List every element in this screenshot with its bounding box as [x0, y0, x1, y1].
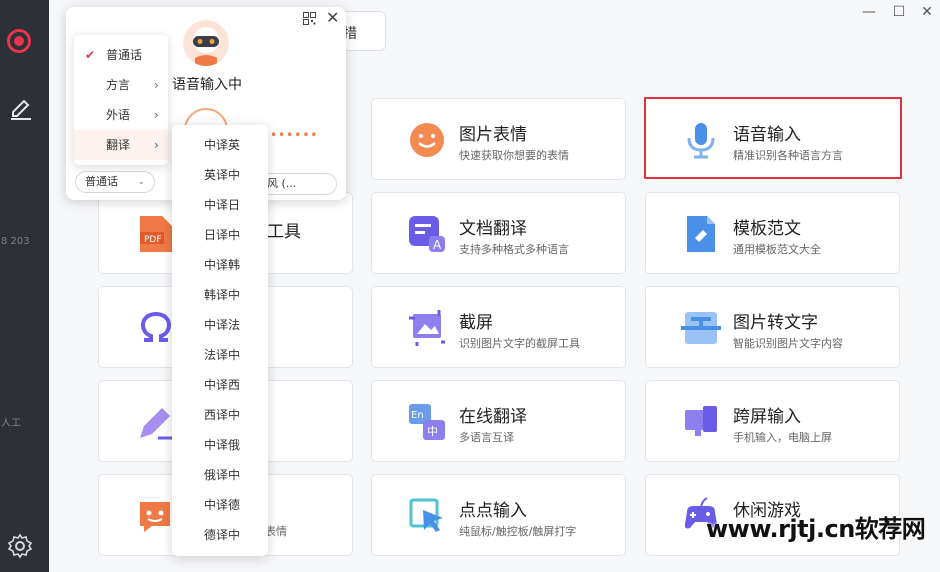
card-desc: 支持多种格式多种语言 — [459, 243, 569, 256]
emoji-bubble-icon — [140, 502, 170, 532]
voice-status-text: 语音输入中 — [172, 77, 242, 93]
language-select-label: 普通话 — [85, 175, 118, 188]
translate-submenu: 中译英 英译中 中译日 日译中 中译韩 韩译中 中译法 法译中 中译西 西译中 … — [172, 125, 268, 556]
submenu-item[interactable]: 中译俄 — [172, 430, 268, 460]
pen-icon — [140, 408, 174, 440]
card-cross-screen-input[interactable]: 跨屏输入 手机输入，电脑上屏 — [645, 380, 900, 462]
card-desc: 手机输入，电脑上屏 — [733, 431, 832, 444]
card-click-input[interactable]: 点点输入 纯鼠标/触控板/触屏打字 — [371, 474, 626, 556]
image-to-text-icon — [681, 312, 721, 344]
submenu-item[interactable]: 俄译中 — [172, 460, 268, 490]
menu-item-label: 翻译 — [106, 138, 131, 152]
svg-text:PDF: PDF — [144, 235, 162, 245]
chevron-down-icon: ⌄ — [137, 177, 145, 187]
omega-symbol-icon — [140, 311, 172, 342]
submenu-item[interactable]: 西译中 — [172, 400, 268, 430]
card-title: 模板范文 — [733, 219, 801, 239]
robot-mascot-icon — [184, 21, 228, 66]
submenu-item[interactable]: 中译德 — [172, 490, 268, 520]
card-online-translate[interactable]: En 中 在线翻译 多语言互译 — [371, 380, 626, 462]
submenu-item[interactable]: 中译英 — [172, 130, 268, 160]
menu-item-dialect[interactable]: 方言 › — [74, 70, 168, 100]
submenu-item[interactable]: 德译中 — [172, 520, 268, 550]
click-input-icon — [409, 498, 443, 532]
screenshot-icon — [409, 310, 445, 346]
rail-fragment-1: 8 203 — [1, 236, 30, 247]
microphone-icon — [687, 123, 715, 159]
submenu-item[interactable]: 韩译中 — [172, 280, 268, 310]
card-title: 图片表情 — [459, 125, 527, 145]
card-voice-input[interactable]: 语音输入 精准识别各种语言方言 — [644, 97, 902, 179]
submenu-item[interactable]: 中译法 — [172, 310, 268, 340]
card-title: 图片转文字 — [733, 313, 818, 333]
watermark: www.rjtj.cn软荐网 — [706, 515, 926, 543]
submenu-item[interactable]: 日译中 — [172, 220, 268, 250]
menu-item-mandarin[interactable]: ✔ 普通话 — [74, 40, 168, 70]
document-translate-icon: A — [409, 216, 445, 252]
card-desc: 识别图片文字的截屏工具 — [459, 337, 580, 350]
card-title: 截屏 — [459, 313, 493, 333]
card-title: 跨屏输入 — [733, 407, 801, 427]
card-document-translate[interactable]: A 文档翻译 支持多种格式多种语言 — [371, 192, 626, 274]
card-pdf-partial-title: 工具 — [267, 222, 301, 242]
card-title: 点点输入 — [459, 501, 527, 521]
qr-code-icon[interactable] — [303, 12, 316, 25]
sound-level-dots: •••••• — [270, 128, 319, 142]
voice-avatar — [183, 20, 229, 66]
check-icon: ✔ — [85, 48, 96, 62]
language-select[interactable]: 普通话 ⌄ — [75, 171, 155, 193]
card-desc: 纯鼠标/触控板/触屏打字 — [459, 525, 577, 538]
svg-text:En: En — [411, 410, 424, 421]
menu-item-label: 普通话 — [106, 48, 143, 62]
card-screenshot[interactable]: 截屏 识别图片文字的截屏工具 — [371, 286, 626, 368]
template-icon — [687, 216, 715, 252]
rail-fragment-2: 人工 — [1, 418, 21, 429]
close-window-button[interactable]: ✕ — [919, 4, 935, 20]
online-translate-icon: En 中 — [409, 404, 445, 440]
settings-gear-icon[interactable] — [7, 533, 33, 559]
card-title: 在线翻译 — [459, 407, 527, 427]
smile-emoji-icon — [410, 123, 444, 157]
card-desc: 快速获取你想要的表情 — [459, 149, 569, 162]
card-title: 文档翻译 — [459, 219, 527, 239]
maximize-button[interactable]: ☐ — [891, 4, 907, 20]
menu-item-label: 方言 — [106, 78, 131, 92]
card-desc: 智能识别图片文字内容 — [733, 337, 843, 350]
menu-item-translate[interactable]: 翻译 › — [74, 130, 168, 160]
chevron-right-icon: › — [154, 138, 159, 152]
pdf-icon: PDF — [140, 216, 172, 252]
submenu-item[interactable]: 中译日 — [172, 190, 268, 220]
submenu-item[interactable]: 法译中 — [172, 340, 268, 370]
minimize-button[interactable]: — — [861, 4, 877, 20]
chevron-right-icon: › — [154, 78, 159, 92]
submenu-item[interactable]: 中译西 — [172, 370, 268, 400]
card-templates[interactable]: 模板范文 通用模板范文大全 — [645, 192, 900, 274]
left-rail: 8 203 人工 — [0, 0, 49, 572]
app-logo-icon[interactable] — [7, 29, 31, 53]
card-image-emoji[interactable]: 图片表情 快速获取你想要的表情 — [371, 98, 626, 180]
card-image-to-text[interactable]: 图片转文字 智能识别图片文字内容 — [645, 286, 900, 368]
edit-icon[interactable] — [8, 98, 34, 122]
svg-text:A: A — [433, 238, 442, 252]
card-desc: 通用模板范文大全 — [733, 243, 821, 256]
chevron-right-icon: › — [154, 108, 159, 122]
menu-item-foreign[interactable]: 外语 › — [74, 100, 168, 130]
submenu-item[interactable]: 中译韩 — [172, 250, 268, 280]
submenu-item[interactable]: 英译中 — [172, 160, 268, 190]
card-desc: 多语言互译 — [459, 431, 514, 444]
popup-close-icon[interactable]: ✕ — [326, 10, 340, 26]
menu-item-label: 外语 — [106, 108, 131, 122]
card-desc: 精准识别各种语言方言 — [733, 149, 843, 162]
language-menu: ✔ 普通话 方言 › 外语 › 翻译 › — [74, 35, 168, 165]
card-title: 语音输入 — [733, 125, 801, 145]
svg-text:中: 中 — [427, 425, 438, 438]
card-emoji-partial-desc: 表情 — [265, 525, 287, 538]
cross-screen-icon — [685, 406, 717, 436]
